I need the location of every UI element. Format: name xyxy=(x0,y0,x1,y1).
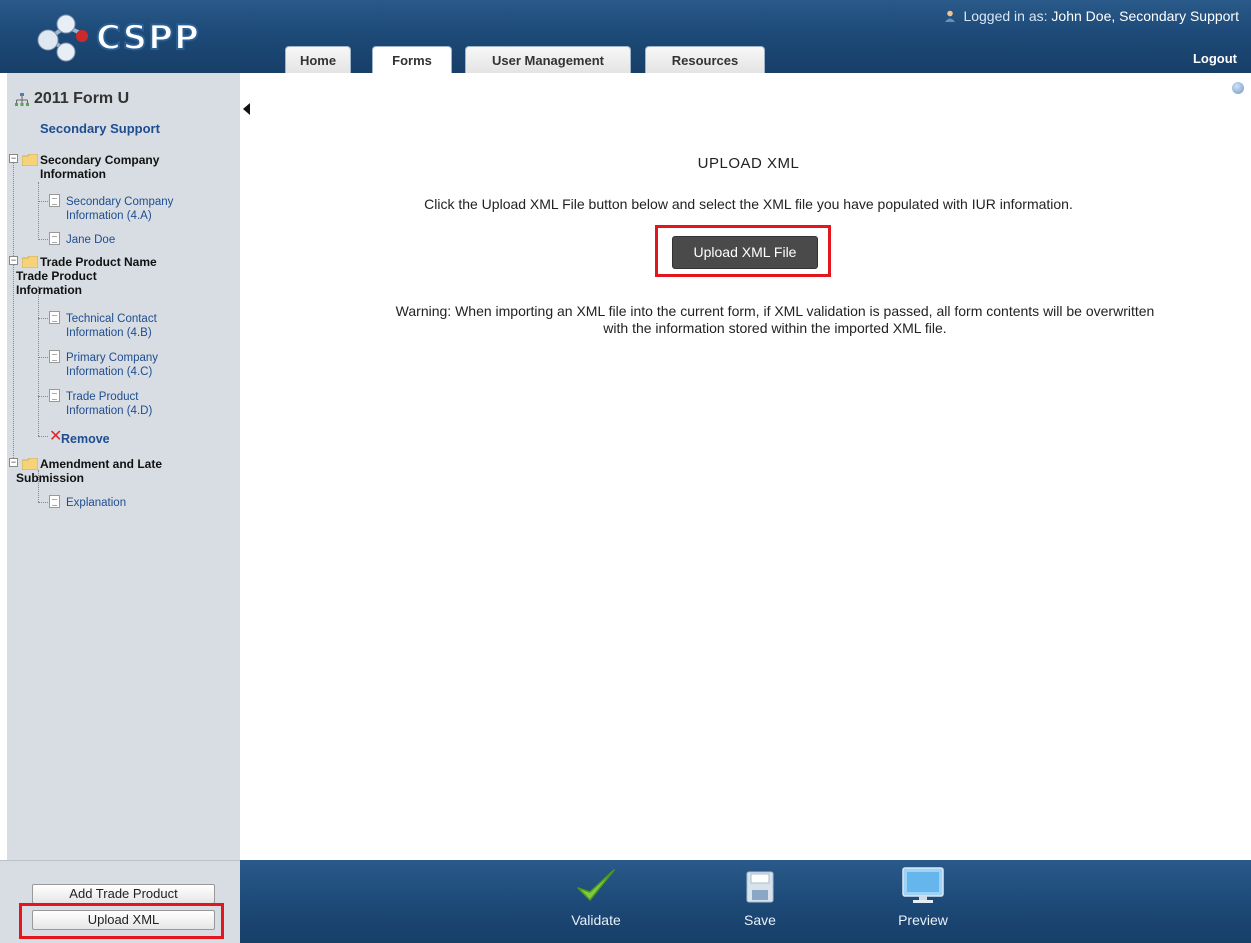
checkmark-icon xyxy=(577,869,615,901)
tab-resources[interactable]: Resources xyxy=(645,46,765,73)
document-icon xyxy=(49,389,60,402)
tab-user-management[interactable]: User Management xyxy=(465,46,631,73)
highlight-box xyxy=(19,903,224,939)
document-icon xyxy=(49,350,60,363)
folder-icon xyxy=(22,256,38,268)
document-icon xyxy=(49,495,60,508)
upload-instructions: Click the Upload XML File button below a… xyxy=(424,196,1073,212)
preview-button[interactable]: Preview xyxy=(881,862,965,928)
tab-home[interactable]: Home xyxy=(285,46,351,73)
tree-item-primary-company[interactable]: Primary Company Information (4.C) xyxy=(66,351,158,379)
folder-icon xyxy=(22,458,38,470)
tree-item-jane-doe[interactable]: Jane Doe xyxy=(66,233,115,247)
upload-xml-file-button[interactable]: Upload XML File xyxy=(672,236,818,269)
user-icon xyxy=(944,10,955,22)
overwrite-warning: Warning: When importing an XML file into… xyxy=(395,303,1155,336)
page-title: UPLOAD XML xyxy=(697,155,800,172)
collapse-toggle-icon[interactable]: − xyxy=(9,458,18,467)
logo-text: CSPP xyxy=(95,17,200,59)
validate-button[interactable]: Validate xyxy=(556,862,636,928)
collapse-toggle-icon[interactable]: − xyxy=(9,256,18,265)
folder-icon xyxy=(22,154,38,166)
logged-in-info: Logged in as: John Doe, Secondary Suppor… xyxy=(944,8,1239,24)
tab-forms[interactable]: Forms xyxy=(372,46,452,73)
tree-group-trade-product[interactable]: Trade Product Name Trade Product Informa… xyxy=(16,255,157,297)
collapse-toggle-icon[interactable]: − xyxy=(9,154,18,163)
tree-item-trade-product-info[interactable]: Trade Product Information (4.D) xyxy=(66,390,152,418)
app-header: CSPP Logged in as: John Doe, Secondary S… xyxy=(0,0,1251,73)
document-icon xyxy=(49,311,60,324)
tree-item-secondary-company-info[interactable]: Secondary Company Information (4.A) xyxy=(66,195,173,223)
tree-group-secondary-company[interactable]: Secondary Company Information xyxy=(40,153,159,181)
remove-trade-product-link[interactable]: Remove xyxy=(61,432,110,446)
add-trade-product-button[interactable]: Add Trade Product xyxy=(32,884,215,904)
form-role-subtitle: Secondary Support xyxy=(40,121,160,136)
cspp-logo: CSPP xyxy=(30,8,200,64)
monitor-icon xyxy=(902,867,944,903)
collapse-sidebar-arrow-icon[interactable] xyxy=(243,103,250,115)
logged-in-prefix: Logged in as: xyxy=(963,8,1048,24)
logout-link[interactable]: Logout xyxy=(1193,51,1237,66)
save-button[interactable]: Save xyxy=(725,862,795,928)
tree-item-explanation[interactable]: Explanation xyxy=(66,496,126,510)
molecule-logo-icon xyxy=(37,14,88,62)
sitemap-icon xyxy=(15,93,29,106)
document-icon xyxy=(49,194,60,207)
document-icon xyxy=(49,232,60,245)
tree-item-technical-contact[interactable]: Technical Contact Information (4.B) xyxy=(66,312,157,340)
user-name: John Doe, Secondary Support xyxy=(1051,8,1239,24)
help-icon[interactable] xyxy=(1232,82,1244,94)
tree-group-amendment[interactable]: Amendment and Late Submission xyxy=(16,457,162,485)
form-title: 2011 Form U xyxy=(34,90,130,107)
floppy-disk-icon xyxy=(746,871,774,903)
